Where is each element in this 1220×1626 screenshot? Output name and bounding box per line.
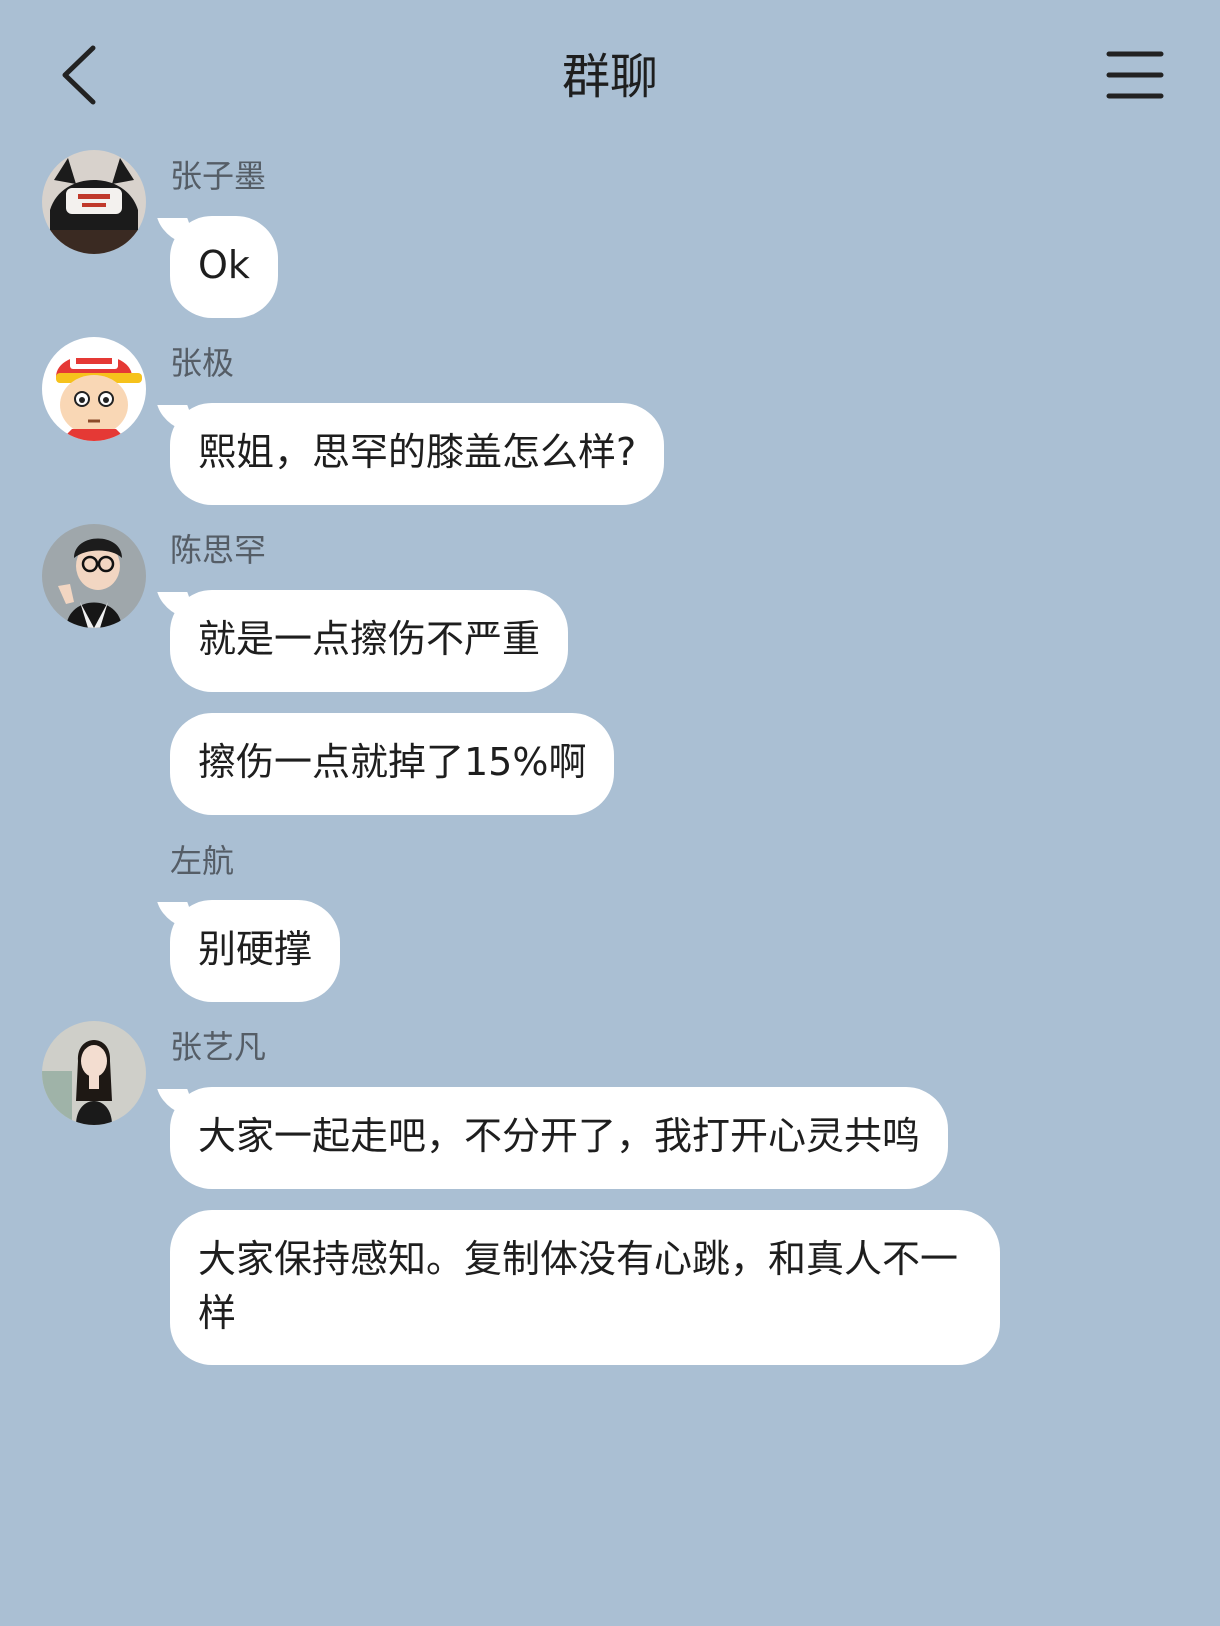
sender-name: 张极 — [170, 344, 235, 382]
avatar-photo-icon — [42, 524, 146, 628]
message-bubble[interactable]: 大家一起走吧，不分开了，我打开心灵共鸣 — [170, 1087, 949, 1189]
hamburger-menu-icon — [1106, 51, 1164, 99]
message-bubble[interactable]: 熙姐，思罕的膝盖怎么样? — [170, 403, 665, 505]
message-bubble[interactable]: 别硬撑 — [170, 900, 341, 1002]
avatar[interactable] — [42, 150, 146, 254]
sender-name: 张子墨 — [170, 157, 267, 195]
message-bubble[interactable]: 大家保持感知。复制体没有心跳，和真人不一样 — [170, 1210, 1000, 1365]
avatar[interactable] — [42, 1021, 146, 1125]
message-bubble[interactable]: Ok — [170, 216, 278, 318]
avatar-photo-icon — [42, 1021, 146, 1125]
message-bubble[interactable]: 就是一点擦伤不严重 — [170, 590, 569, 692]
avatar-cartoon-boy-icon — [42, 337, 146, 441]
avatar-cap-icon — [42, 150, 146, 254]
sender-name: 陈思罕 — [170, 531, 267, 569]
avatar[interactable] — [42, 524, 146, 628]
page-title: 群聊 — [561, 49, 658, 105]
chat-header: 群聊 — [0, 0, 1220, 150]
message-bubble[interactable]: 擦伤一点就掉了15%啊 — [170, 713, 615, 815]
menu-button[interactable] — [1105, 50, 1165, 102]
sender-name: 左航 — [170, 842, 235, 880]
avatar[interactable] — [42, 337, 146, 441]
sender-name: 张艺凡 — [170, 1028, 267, 1066]
